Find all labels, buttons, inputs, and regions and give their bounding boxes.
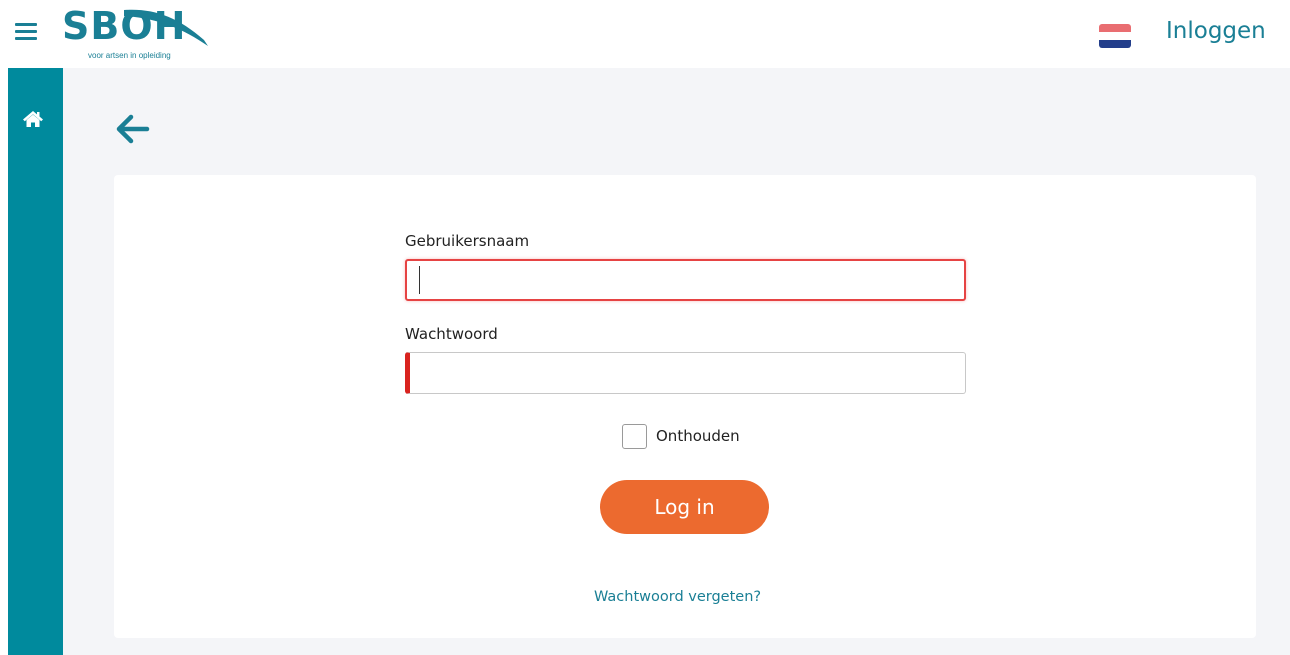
logo-swoosh-icon	[124, 9, 208, 46]
nl-flag-icon[interactable]	[1099, 24, 1131, 48]
menu-icon[interactable]	[15, 23, 37, 41]
logo-tagline: voor artsen in opleiding	[88, 51, 171, 60]
logo[interactable]: SBOH voor artsen in opleiding	[62, 4, 212, 64]
back-arrow-icon[interactable]	[115, 114, 151, 144]
login-button[interactable]: Log in	[600, 480, 769, 534]
top-bar: SBOH voor artsen in opleiding Inloggen	[0, 0, 1290, 68]
login-link[interactable]: Inloggen	[1166, 18, 1266, 44]
home-icon[interactable]	[22, 110, 44, 128]
username-label: Gebruikersnaam	[405, 232, 530, 250]
remember-label[interactable]: Onthouden	[656, 427, 740, 445]
username-input[interactable]	[405, 259, 966, 301]
login-card	[114, 175, 1256, 638]
password-label: Wachtwoord	[405, 325, 498, 343]
sidebar	[8, 68, 63, 655]
forgot-password-link[interactable]: Wachtwoord vergeten?	[594, 589, 761, 605]
remember-checkbox[interactable]	[622, 424, 647, 449]
text-caret	[419, 266, 420, 294]
password-input[interactable]	[405, 352, 966, 394]
